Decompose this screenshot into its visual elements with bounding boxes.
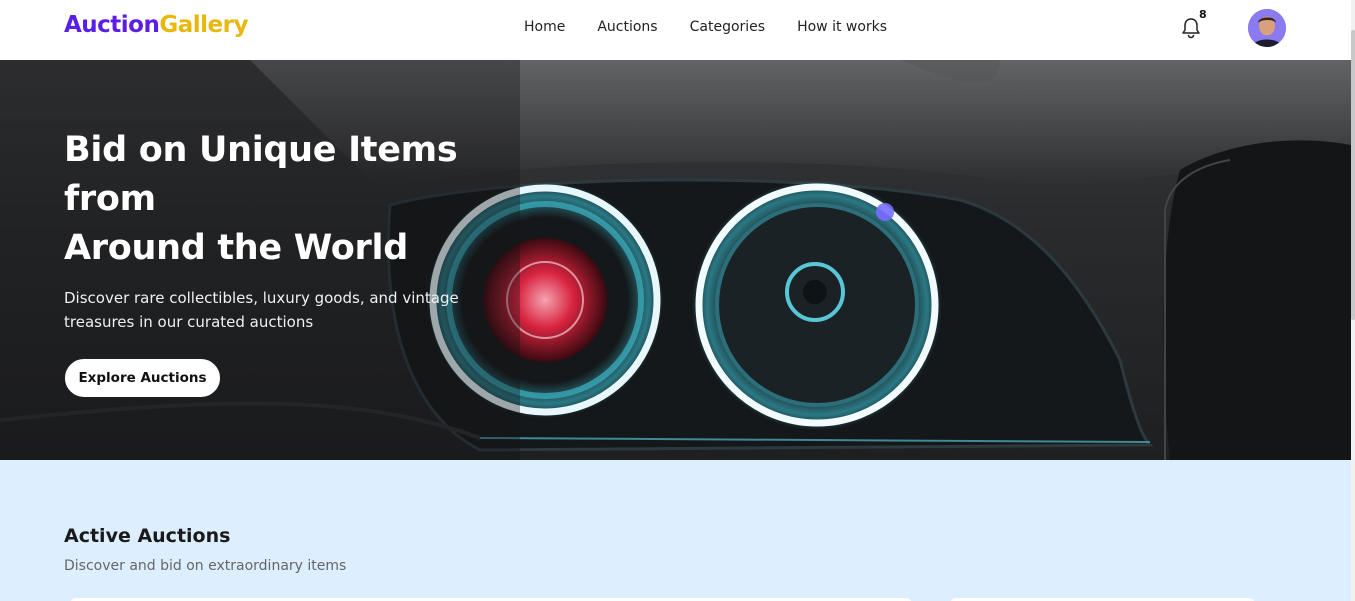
nav-home[interactable]: Home: [524, 19, 565, 35]
active-auctions-section: Active Auctions Discover and bid on extr…: [0, 460, 1351, 601]
explore-auctions-button[interactable]: Explore Auctions: [64, 358, 221, 398]
nav-categories[interactable]: Categories: [690, 19, 765, 35]
logo-part-gallery: Gallery: [159, 12, 248, 38]
nav-auctions[interactable]: Auctions: [597, 19, 657, 35]
nav-how-it-works[interactable]: How it works: [797, 19, 887, 35]
scrollbar-thumb[interactable]: [1351, 30, 1355, 320]
hero-title-line-2: from: [64, 179, 156, 219]
section-subtitle: Discover and bid on extraordinary items: [64, 558, 347, 574]
site-logo[interactable]: AuctionGallery: [64, 12, 248, 38]
top-navbar: AuctionGallery Home Auctions Categories …: [0, 0, 1351, 60]
hero-title: Bid on Unique Items from Around the Worl…: [64, 126, 484, 273]
hero-title-line-1: Bid on Unique Items: [64, 130, 458, 170]
hero-banner: Bid on Unique Items from Around the Worl…: [0, 60, 1351, 460]
logo-part-auction: Auction: [64, 12, 160, 38]
user-avatar[interactable]: [1248, 9, 1286, 47]
section-title: Active Auctions: [64, 525, 231, 547]
notification-count-badge: 8: [1199, 8, 1207, 21]
hero-title-line-3: Around the World: [64, 228, 408, 268]
hero-subtitle: Discover rare collectibles, luxury goods…: [64, 289, 459, 331]
main-nav: Home Auctions Categories How it works: [524, 19, 919, 35]
